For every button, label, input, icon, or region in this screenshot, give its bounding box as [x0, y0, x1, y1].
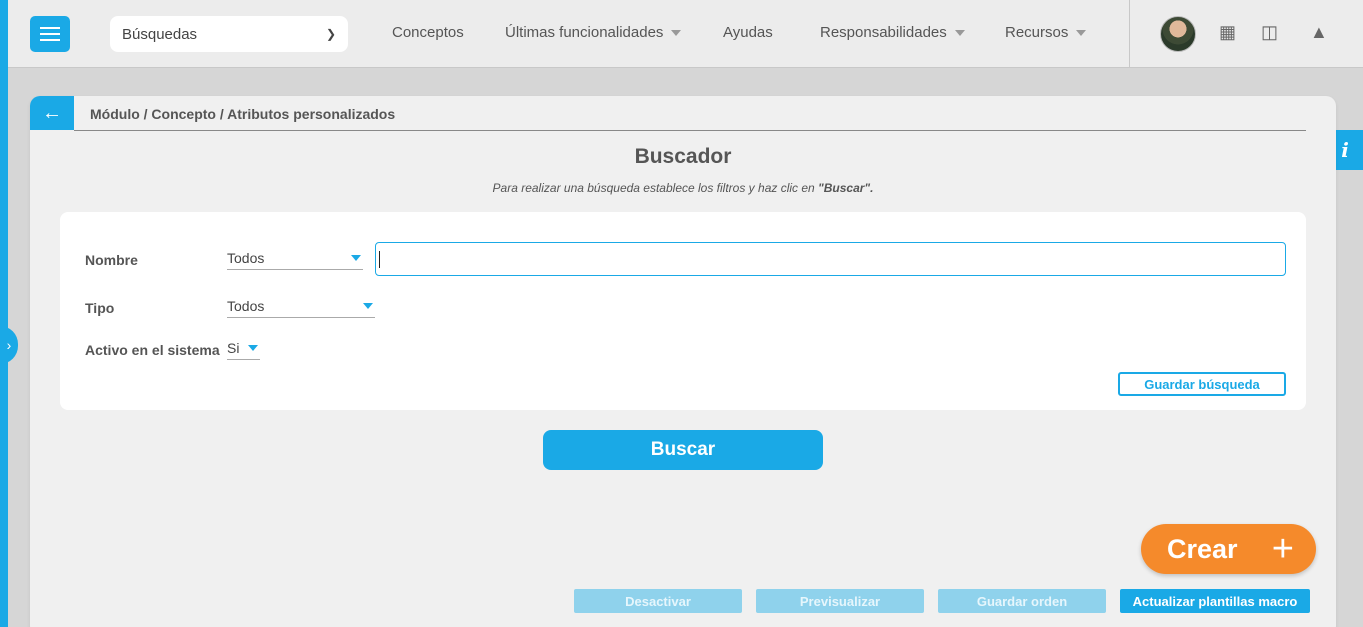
caret-down-icon: [1076, 30, 1087, 37]
nombre-label: Nombre: [85, 252, 138, 268]
tipo-value: Todos: [227, 297, 265, 314]
hamburger-menu-button[interactable]: [30, 16, 70, 52]
crear-button[interactable]: Crear +: [1141, 524, 1316, 574]
user-avatar[interactable]: [1160, 16, 1196, 52]
nombre-mode-value: Todos: [227, 249, 265, 266]
hamburger-icon-bar: [40, 33, 60, 35]
breadcrumb-divider: [74, 130, 1306, 131]
nav-label: Recursos: [1005, 24, 1069, 41]
nav-responsabilidades[interactable]: Responsabilidades: [820, 24, 965, 41]
bell-icon[interactable]: ▲: [1310, 22, 1328, 43]
chevron-right-icon: ›: [6, 337, 12, 353]
nombre-mode-select[interactable]: Todos: [227, 246, 363, 270]
nav-ultimas-funcionalidades[interactable]: Últimas funcionalidades: [505, 24, 682, 41]
calendar-icon[interactable]: ▦: [1219, 22, 1236, 43]
nav-label: Ayudas: [723, 24, 773, 41]
desactivar-button[interactable]: Desactivar: [574, 589, 742, 613]
hamburger-icon-bar: [40, 27, 60, 29]
nav-label: Conceptos: [392, 24, 464, 41]
actualizar-plantillas-macro-button[interactable]: Actualizar plantillas macro: [1120, 589, 1310, 613]
header-divider: [1129, 0, 1130, 68]
plus-icon: +: [1271, 528, 1294, 570]
nav-label: Últimas funcionalidades: [505, 24, 664, 41]
search-form-card: Nombre Todos Tipo Todos Activo en el sis…: [60, 212, 1306, 410]
caret-down-icon: [363, 302, 373, 309]
activo-select[interactable]: Si: [227, 336, 260, 360]
caret-down-icon: [351, 254, 361, 261]
caret-down-icon: [671, 30, 682, 37]
caret-down-icon: [954, 30, 965, 37]
tipo-select[interactable]: Todos: [227, 294, 375, 318]
activo-label: Activo en el sistema: [85, 342, 220, 358]
nombre-input[interactable]: [375, 242, 1286, 276]
activo-value: Si: [227, 339, 240, 356]
back-button[interactable]: ←: [30, 96, 74, 130]
nav-conceptos[interactable]: Conceptos: [392, 24, 464, 41]
text-cursor: [379, 251, 380, 268]
crear-label: Crear: [1167, 533, 1238, 564]
nav-recursos[interactable]: Recursos: [1005, 24, 1087, 41]
subtitle-text: Para realizar una búsqueda establece los…: [492, 181, 819, 195]
page-subtitle: Para realizar una búsqueda establece los…: [30, 181, 1336, 195]
previsualizar-button[interactable]: Previsualizar: [756, 589, 924, 613]
tipo-label: Tipo: [85, 300, 115, 316]
arrow-left-icon: ←: [42, 101, 62, 124]
nav-label: Responsabilidades: [820, 24, 947, 41]
save-search-button[interactable]: Guardar búsqueda: [1118, 372, 1286, 396]
caret-down-icon: [248, 344, 258, 351]
nav-ayudas[interactable]: Ayudas: [723, 24, 773, 41]
page-title: Buscador: [634, 145, 732, 168]
map-icon[interactable]: ◫: [1261, 22, 1278, 43]
chevron-down-icon: ❯: [325, 27, 336, 41]
breadcrumb: Módulo / Concepto / Atributos personaliz…: [90, 106, 396, 122]
buscar-button[interactable]: Buscar: [543, 430, 823, 470]
subtitle-emphasis: "Buscar".: [818, 181, 874, 195]
hamburger-icon-bar: [40, 39, 60, 41]
guardar-orden-button[interactable]: Guardar orden: [938, 589, 1106, 613]
side-panel-toggle[interactable]: ›: [0, 326, 18, 364]
top-header: Búsquedas ❯ Conceptos Últimas funcionali…: [8, 0, 1363, 68]
search-type-select[interactable]: Búsquedas ❯: [110, 16, 348, 52]
left-accent-strip: [0, 0, 8, 627]
main-panel: ← Módulo / Concepto / Atributos personal…: [30, 96, 1336, 627]
search-type-value: Búsquedas: [122, 25, 198, 43]
